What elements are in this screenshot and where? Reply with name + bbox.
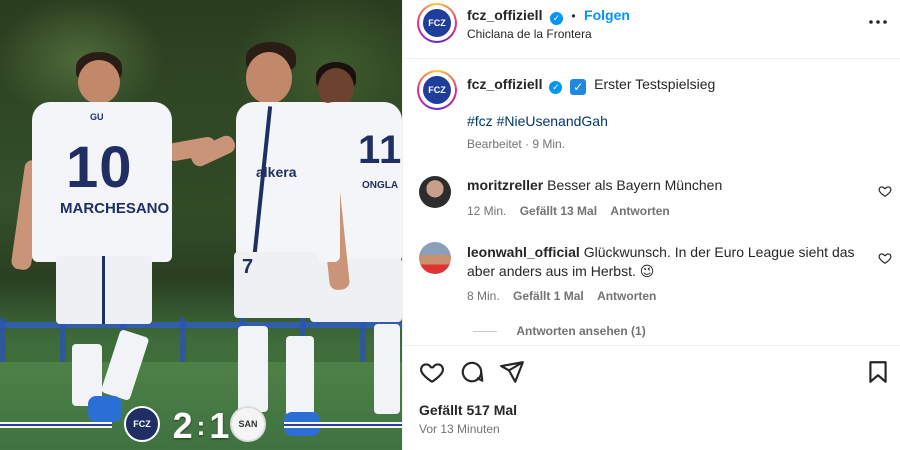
comment-text: Besser als Bayern München [547,177,723,193]
post-header: fcz_offiziell ✓ • Folgen [467,7,630,25]
away-score: 1 [209,405,230,446]
comment-time: 8 Min. [467,289,500,303]
comment-likes[interactable]: Gefällt 13 Mal [520,204,597,218]
fcz-logo-icon: FCZ [421,74,453,106]
bookmark-icon[interactable] [865,359,891,385]
verified-badge-icon: ✓ [549,81,563,94]
heart-icon[interactable] [878,251,892,265]
post-time: Vor 13 Minuten [419,422,500,436]
player-10: GU 10 MARCHESANO [10,50,218,450]
shirt-sponsor: alkera [256,164,297,180]
post-actions: Gefällt 517 Mal Vor 13 Minuten [403,345,900,450]
player-number: 11 [358,128,402,172]
header-avatar[interactable]: FCZ [417,3,457,43]
header-dot: • [571,9,576,23]
instagram-post-window: GU 10 MARCHESANO 11 ONGLA alkera 7 FCZ 2… [0,0,900,450]
fcz-logo-icon: FCZ [421,7,453,39]
home-score: 2 [172,405,193,446]
comment-meta: 12 Min. Gefällt 13 Mal Antworten [467,204,670,218]
caption: fcz_offiziell ✓ ✓ Erster Testspielsieg [467,76,715,95]
comment-reply-button[interactable]: Antworten [597,289,656,303]
match-score: 2 : 1 [170,404,232,448]
score-separator: : [196,410,206,441]
comment-time: 12 Min. [467,204,507,218]
caption-hashtags[interactable]: #fcz #NieUsenandGah [467,113,608,129]
home-crest: FCZ [124,406,160,442]
caption-meta: Bearbeitet · 9 Min. [467,137,566,151]
post-side-panel: FCZ fcz_offiziell ✓ • Folgen Chiclana de… [402,0,900,450]
player-name-top: GU [90,112,104,122]
view-replies-label: Antworten ansehen (1) [516,324,646,338]
like-heart-icon[interactable] [419,359,445,385]
check-emoji-icon: ✓ [570,79,587,95]
more-icon[interactable] [868,12,888,32]
comment: leonwahl_official Glückwunsch. In der Eu… [467,243,857,281]
comment-username[interactable]: moritzreller [467,177,543,193]
follow-button[interactable]: Folgen [584,7,630,23]
post-likes[interactable]: Gefällt 517 Mal [419,402,517,418]
player-number: 10 [66,135,133,200]
view-replies-button[interactable]: Antworten ansehen (1) [473,324,646,338]
comment-meta: 8 Min. Gefällt 1 Mal Antworten [467,289,656,303]
post-image[interactable]: GU 10 MARCHESANO 11 ONGLA alkera 7 FCZ 2… [0,0,402,450]
replies-divider [473,331,497,333]
header-username[interactable]: fcz_offiziell [467,7,542,23]
header-location[interactable]: Chiclana de la Frontera [467,27,592,41]
caption-avatar[interactable]: FCZ [417,70,457,110]
player-7: alkera 7 [188,40,360,450]
caption-username[interactable]: fcz_offiziell [467,76,542,92]
scoreboard: FCZ 2 : 1 SAN [0,404,402,448]
comment-avatar[interactable] [419,176,451,208]
player-number: 7 [242,256,255,278]
comment-reply-button[interactable]: Antworten [610,204,669,218]
comment-username[interactable]: leonwahl_official [467,244,580,260]
share-send-icon[interactable] [499,359,525,385]
comment: moritzreller Besser als Bayern München [467,176,847,195]
verified-badge-icon: ✓ [549,12,563,25]
player-name: MARCHESANO [60,200,170,217]
comment-likes[interactable]: Gefällt 1 Mal [513,289,584,303]
away-crest: SAN [230,406,266,442]
comment-bubble-icon[interactable] [459,359,485,385]
player-name: ONGLA [362,180,399,191]
heart-icon[interactable] [878,184,892,198]
comment-avatar[interactable] [419,242,451,274]
caption-text: Erster Testspielsieg [594,76,716,92]
